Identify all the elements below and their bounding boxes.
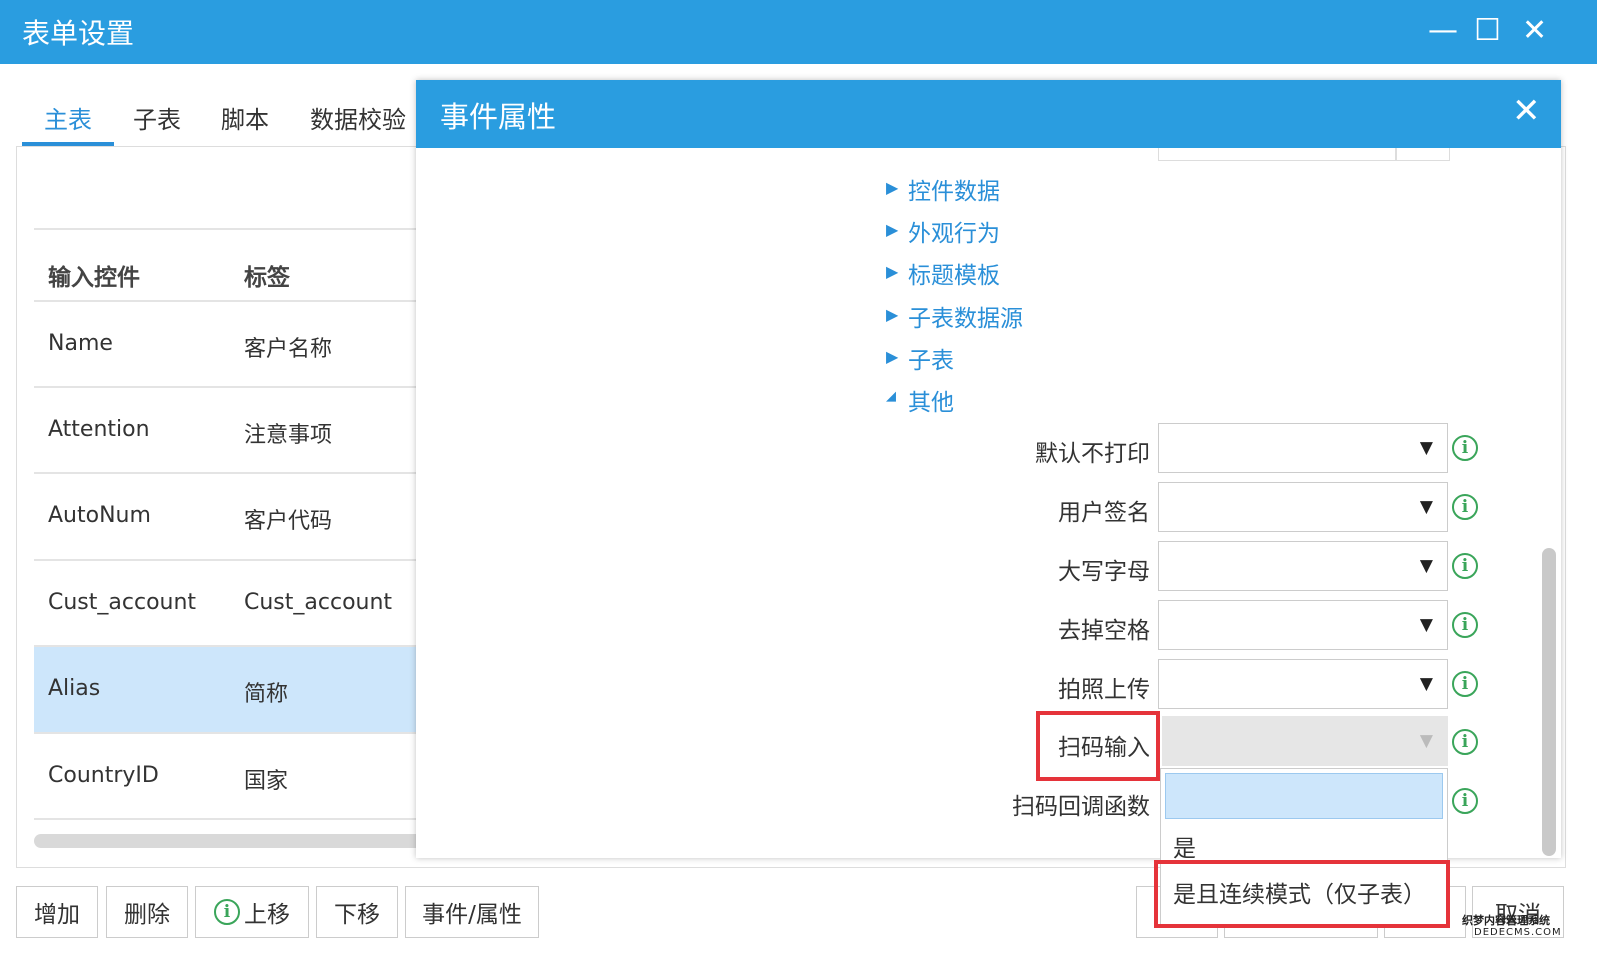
collapse-icon[interactable]: ◢ (886, 389, 896, 404)
row-divider (34, 559, 424, 561)
field-label-user-signature: 用户签名 (1058, 500, 1150, 526)
event-properties-dialog: 事件属性 ✕ ▶ 控件数据 ▶ 外观行为 ▶ 标题模板 ▶ 子表数据源 ▶ 子表… (416, 80, 1561, 858)
highlight-box-scan-input (1036, 711, 1160, 781)
table-row-label[interactable]: 客户名称 (244, 331, 332, 363)
field-label-scan-callback: 扫码回调函数 (1012, 794, 1150, 820)
move-down-button[interactable]: 下移 (316, 886, 398, 938)
dropdown-arrow-icon: ▼ (1419, 731, 1433, 751)
table-row-control[interactable]: Attention (48, 417, 150, 442)
section-appearance[interactable]: 外观行为 (908, 214, 1000, 248)
tab-validation[interactable]: 数据校验 (310, 100, 406, 135)
event-properties-button[interactable]: 事件/属性 (405, 886, 539, 938)
event-properties-label: 事件/属性 (422, 902, 522, 928)
horizontal-scrollbar[interactable] (34, 834, 424, 848)
trim-spaces-select[interactable]: ▼ (1158, 600, 1448, 650)
clipped-field (1396, 148, 1450, 161)
info-icon: i (214, 899, 240, 925)
watermark-logo-text: 织梦内容管理系统 (1462, 914, 1550, 927)
dropdown-arrow-icon: ▼ (1419, 438, 1433, 458)
window-titlebar (0, 0, 1597, 64)
dropdown-arrow-icon: ▼ (1419, 615, 1433, 635)
field-label-no-print: 默认不打印 (1035, 441, 1150, 467)
dropdown-option-yes[interactable]: 是 (1173, 829, 1196, 863)
tab-subtable[interactable]: 子表 (133, 100, 181, 135)
field-label-trim-spaces: 去掉空格 (1058, 618, 1150, 644)
watermark-url-text: DEDECMS.COM (1474, 927, 1562, 938)
scan-input-select[interactable]: ▼ (1162, 716, 1448, 766)
table-row-control[interactable]: CountryID (48, 763, 159, 788)
field-label-photo-upload: 拍照上传 (1058, 677, 1150, 703)
expand-icon[interactable]: ▶ (886, 178, 898, 197)
section-subtable-datasource[interactable]: 子表数据源 (908, 299, 1023, 333)
window-title: 表单设置 (22, 17, 135, 50)
expand-icon[interactable]: ▶ (886, 220, 898, 239)
section-subtable[interactable]: 子表 (908, 341, 954, 375)
close-icon[interactable]: ✕ (1522, 16, 1547, 46)
table-row-label[interactable]: 客户代码 (244, 503, 332, 535)
dialog-title: 事件属性 (440, 100, 557, 134)
expand-icon[interactable]: ▶ (886, 347, 898, 366)
dropdown-option-empty[interactable] (1165, 773, 1443, 819)
table-row-label[interactable]: 注意事项 (244, 417, 332, 449)
no-print-select[interactable]: ▼ (1158, 423, 1448, 473)
move-down-label: 下移 (334, 902, 380, 928)
column-header-control: 输入控件 (48, 265, 140, 291)
add-button[interactable]: 增加 (16, 886, 98, 938)
delete-button-label: 删除 (124, 902, 170, 928)
divider (34, 300, 424, 302)
section-title-template[interactable]: 标题模板 (908, 256, 1000, 290)
table-row-control[interactable]: Cust_account (48, 590, 196, 615)
table-row-control[interactable]: AutoNum (48, 503, 151, 528)
dialog-close-icon[interactable]: ✕ (1512, 94, 1541, 128)
section-control-data[interactable]: 控件数据 (908, 172, 1000, 206)
row-divider (34, 732, 424, 734)
dropdown-arrow-icon: ▼ (1419, 556, 1433, 576)
highlight-box-continuous-option (1154, 860, 1450, 928)
expand-icon[interactable]: ▶ (886, 305, 898, 324)
table-row-label[interactable]: Cust_account (244, 590, 392, 615)
row-divider (34, 818, 424, 820)
move-up-button[interactable]: i 上移 (195, 886, 309, 938)
info-icon[interactable]: i (1452, 435, 1478, 461)
info-icon[interactable]: i (1452, 671, 1478, 697)
minimize-icon[interactable]: — (1428, 16, 1458, 46)
row-divider (34, 472, 424, 474)
info-icon[interactable]: i (1452, 553, 1478, 579)
divider (34, 228, 424, 230)
dropdown-arrow-icon: ▼ (1419, 497, 1433, 517)
column-header-label: 标签 (244, 265, 290, 291)
dropdown-arrow-icon: ▼ (1419, 674, 1433, 694)
tab-main[interactable]: 主表 (44, 100, 92, 135)
vertical-scrollbar[interactable] (1542, 548, 1556, 856)
add-button-label: 增加 (34, 902, 80, 928)
section-other[interactable]: 其他 (908, 383, 954, 417)
move-up-label: 上移 (244, 902, 290, 928)
info-icon[interactable]: i (1452, 612, 1478, 638)
user-signature-select[interactable]: ▼ (1158, 482, 1448, 532)
info-icon[interactable]: i (1452, 494, 1478, 520)
table-row-label[interactable]: 简称 (244, 676, 288, 708)
expand-icon[interactable]: ▶ (886, 262, 898, 281)
row-divider (34, 386, 424, 388)
clipped-field (1158, 148, 1396, 161)
info-icon[interactable]: i (1452, 788, 1478, 814)
table-row-control[interactable]: Alias (48, 676, 100, 701)
dialog-header (416, 80, 1561, 148)
field-label-uppercase: 大写字母 (1058, 559, 1150, 585)
table-row-label[interactable]: 国家 (244, 763, 288, 795)
tab-script[interactable]: 脚本 (221, 100, 269, 135)
row-divider (34, 645, 424, 647)
delete-button[interactable]: 删除 (106, 886, 188, 938)
photo-upload-select[interactable]: ▼ (1158, 659, 1448, 709)
info-icon[interactable]: i (1452, 729, 1478, 755)
uppercase-select[interactable]: ▼ (1158, 541, 1448, 591)
maximize-icon[interactable]: ☐ (1474, 16, 1501, 46)
table-row-control[interactable]: Name (48, 331, 113, 356)
